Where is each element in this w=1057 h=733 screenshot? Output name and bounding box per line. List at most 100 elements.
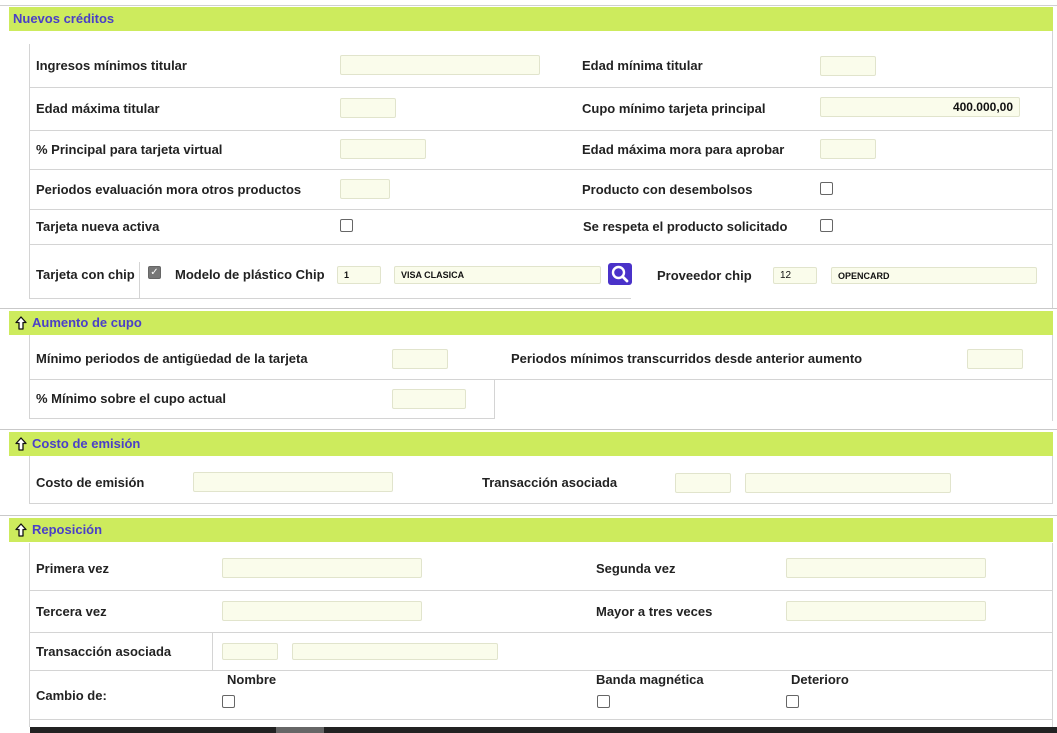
edad-minima-input[interactable] [820, 56, 876, 76]
section-title: Aumento de cupo [32, 315, 142, 330]
label-costo-emision: Costo de emisión [36, 475, 145, 490]
grid-line [29, 169, 1053, 170]
reposicion-transaccion-name-input[interactable] [292, 643, 498, 660]
label-transaccion-asociada: Transacción asociada [482, 475, 618, 490]
label-pct-minimo-cupo: % Mínimo sobre el cupo actual [36, 391, 226, 406]
label-tarjeta-con-chip: Tarjeta con chip [36, 267, 135, 282]
grid-line [29, 87, 1053, 88]
grid-line [1052, 456, 1053, 504]
section-header-costo-emision[interactable]: Costo de emisión [9, 432, 1053, 456]
label-se-respeta-producto: Se respeta el producto solicitado [583, 219, 788, 234]
arrow-up-icon[interactable] [15, 523, 27, 537]
se-respeta-producto-checkbox[interactable] [820, 219, 833, 232]
label-deterioro: Deterioro [791, 672, 849, 687]
label-cambio-de: Cambio de: [36, 688, 107, 703]
label-tarjeta-nueva-activa: Tarjeta nueva activa [36, 219, 160, 234]
label-modelo-plastico-chip: Modelo de plástico Chip [175, 267, 325, 282]
grid-line [29, 130, 1053, 131]
costo-transaccion-code-input[interactable] [675, 473, 731, 493]
label-edad-maxima: Edad máxima titular [36, 101, 160, 116]
grid-line [494, 379, 495, 419]
primera-vez-input[interactable] [222, 558, 422, 578]
producto-desembolsos-checkbox[interactable] [820, 182, 833, 195]
grid-line [29, 632, 1053, 633]
grid-line [1052, 543, 1053, 727]
label-nombre: Nombre [227, 672, 277, 687]
segunda-vez-input[interactable] [786, 558, 986, 578]
section-header-reposicion[interactable]: Reposición [9, 518, 1053, 542]
costo-emision-input[interactable] [193, 472, 393, 492]
arrow-up-icon[interactable] [15, 437, 27, 451]
label-periodos-minimos-transcurridos: Periodos mínimos transcurridos desde ant… [511, 351, 863, 366]
horizontal-scrollbar[interactable] [30, 727, 1057, 733]
grid-line [29, 719, 1053, 720]
periodos-evaluacion-mora-input[interactable] [340, 179, 390, 199]
proveedor-name-input[interactable] [831, 267, 1037, 284]
ingresos-minimos-input[interactable] [340, 55, 540, 75]
cambio-banda-checkbox[interactable] [597, 695, 610, 708]
label-ingresos-minimos: Ingresos mínimos titular [36, 58, 187, 73]
modelo-code-input[interactable] [337, 266, 381, 284]
grid-line [139, 262, 140, 298]
grid-line [29, 456, 30, 504]
grid-line [29, 44, 30, 299]
scrollbar-thumb[interactable] [276, 727, 324, 733]
search-button[interactable] [608, 263, 632, 285]
section-divider [0, 429, 1057, 430]
tercera-vez-input[interactable] [222, 601, 422, 621]
mayor-tres-veces-input[interactable] [786, 601, 986, 621]
grid-line [29, 503, 1053, 504]
periodos-minimos-transcurridos-input[interactable] [967, 349, 1023, 369]
grid-line [29, 418, 495, 419]
grid-line [29, 670, 1053, 671]
grid-line [29, 379, 1053, 380]
grid-line [29, 543, 30, 727]
label-minimo-periodos-antiguedad: Mínimo periodos de antigüedad de la tarj… [36, 351, 308, 366]
tarjeta-nueva-activa-checkbox[interactable] [340, 219, 353, 232]
section-title: Costo de emisión [32, 436, 141, 451]
label-edad-maxima-mora: Edad máxima mora para aprobar [582, 142, 785, 157]
label-producto-desembolsos: Producto con desembolsos [582, 182, 753, 197]
tarjeta-con-chip-checkbox[interactable]: ✓ [148, 266, 161, 279]
search-icon [611, 265, 629, 283]
grid-line [1052, 335, 1053, 421]
section-header-aumento-cupo[interactable]: Aumento de cupo [9, 311, 1053, 335]
minimo-periodos-antiguedad-input[interactable] [392, 349, 448, 369]
top-border [0, 5, 1057, 6]
label-reposicion-transaccion: Transacción asociada [36, 644, 172, 659]
section-divider [0, 515, 1057, 516]
grid-line [29, 244, 1053, 245]
pct-minimo-cupo-input[interactable] [392, 389, 466, 409]
cambio-nombre-checkbox[interactable] [222, 695, 235, 708]
label-edad-minima: Edad mínima titular [582, 58, 703, 73]
grid-line [29, 298, 168, 299]
edad-maxima-mora-input[interactable] [820, 139, 876, 159]
cupo-minimo-input[interactable] [820, 97, 1020, 117]
section-header-nuevos-creditos[interactable]: Nuevos créditos [9, 7, 1053, 31]
label-periodos-evaluacion-mora: Periodos evaluación mora otros productos [36, 182, 302, 197]
section-title: Nuevos créditos [13, 11, 115, 26]
label-segunda-vez: Segunda vez [596, 561, 676, 576]
grid-line [29, 590, 1053, 591]
label-banda-magnetica: Banda magnética [596, 672, 704, 687]
label-pct-principal-virtual: % Principal para tarjeta virtual [36, 142, 223, 157]
grid-line [168, 298, 631, 299]
label-cupo-minimo: Cupo mínimo tarjeta principal [582, 101, 766, 116]
costo-transaccion-name-input[interactable] [745, 473, 951, 493]
label-primera-vez: Primera vez [36, 561, 109, 576]
reposicion-transaccion-code-input[interactable] [222, 643, 278, 660]
section-title: Reposición [32, 522, 103, 537]
grid-line [29, 335, 30, 419]
grid-line [29, 209, 1053, 210]
grid-line [212, 632, 213, 670]
label-tercera-vez: Tercera vez [36, 604, 107, 619]
cambio-deterioro-checkbox[interactable] [786, 695, 799, 708]
label-mayor-tres-veces: Mayor a tres veces [596, 604, 713, 619]
modelo-name-input[interactable] [394, 266, 601, 284]
pct-principal-virtual-input[interactable] [340, 139, 426, 159]
proveedor-code-input[interactable] [773, 267, 817, 284]
arrow-up-icon[interactable] [15, 316, 27, 330]
section-divider [0, 308, 1057, 309]
edad-maxima-input[interactable] [340, 98, 396, 118]
label-proveedor-chip: Proveedor chip [657, 268, 752, 283]
